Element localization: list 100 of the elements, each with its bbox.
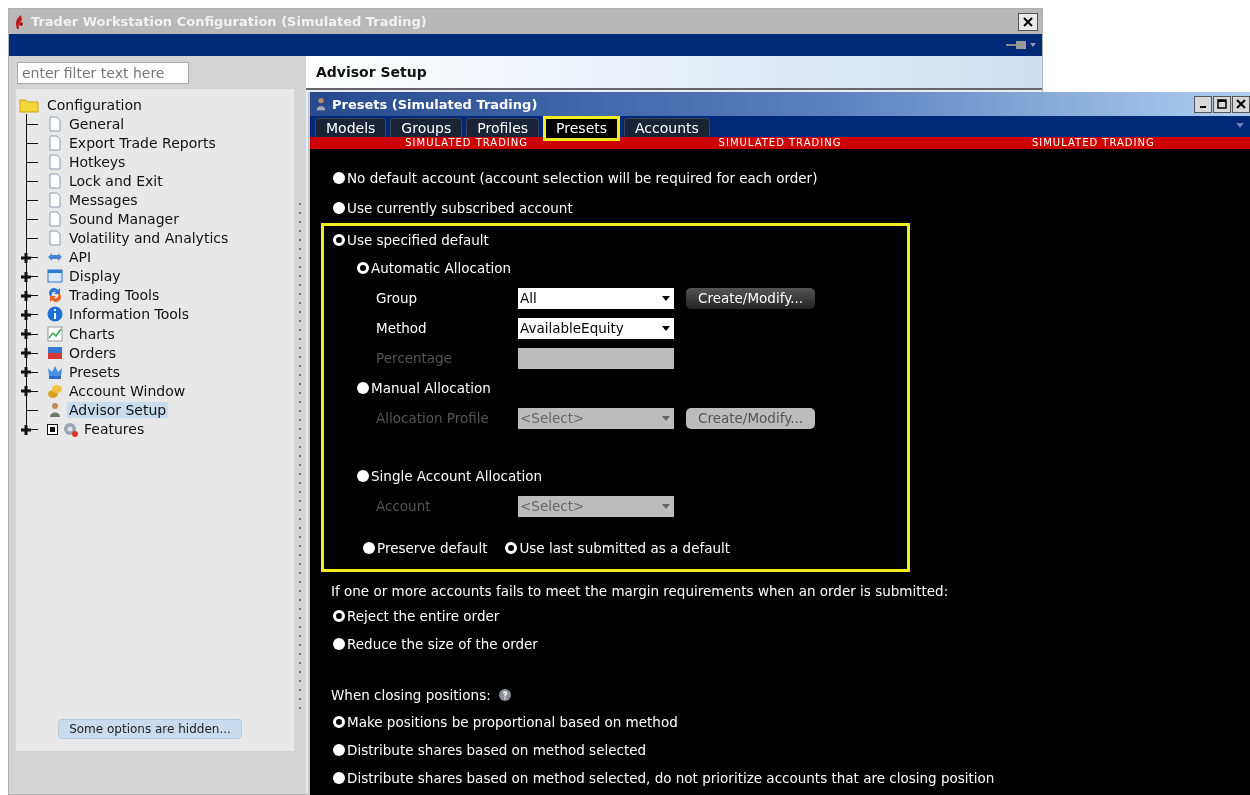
- minimize-button[interactable]: [1194, 95, 1212, 113]
- person-icon: [47, 401, 63, 418]
- tab[interactable]: Profiles: [466, 118, 540, 137]
- radio-button[interactable]: [333, 716, 345, 728]
- tab[interactable]: Groups: [390, 118, 463, 137]
- tree-item[interactable]: Hotkeys: [67, 153, 128, 170]
- caret-icon: [662, 325, 670, 331]
- flame-icon: [13, 13, 25, 30]
- orders-icon: [47, 344, 63, 361]
- radio-button[interactable]: [333, 638, 345, 650]
- close-icon: [1236, 99, 1246, 109]
- radio-label[interactable]: Reject the entire order: [347, 608, 500, 624]
- monitor-icon: [47, 268, 63, 285]
- radio-button[interactable]: [357, 470, 369, 482]
- tree-item[interactable]: Volatility and Analytics: [67, 230, 231, 247]
- tree-item[interactable]: Display: [67, 268, 123, 285]
- create-modify-button[interactable]: Create/Modify...: [686, 287, 816, 309]
- expand-icon[interactable]: [20, 289, 32, 302]
- radio-button[interactable]: [333, 172, 345, 184]
- dropdown[interactable]: All: [518, 287, 674, 309]
- hidden-options-button[interactable]: Some options are hidden...: [58, 718, 242, 739]
- radio-button[interactable]: [333, 233, 345, 246]
- radio-label[interactable]: Make positions be proportional based on method: [347, 714, 678, 730]
- radio-label[interactable]: Use currently subscribed account: [347, 200, 573, 216]
- tree-item[interactable]: Information Tools: [67, 306, 191, 323]
- window-title: Presets (Simulated Trading): [332, 96, 539, 112]
- panel-title: Advisor Setup: [316, 64, 427, 80]
- radio-label[interactable]: Distribute shares based on method selected, do not prioritize accounts that are closing position: [347, 770, 995, 786]
- person-icon: [314, 97, 328, 111]
- banner-text: SIMULATED TRADING: [717, 137, 843, 149]
- info-icon: [47, 306, 63, 323]
- radio-button[interactable]: [333, 744, 345, 756]
- radio-label[interactable]: Single Account Allocation: [371, 468, 543, 484]
- field-label: Method: [376, 320, 428, 336]
- radio-label[interactable]: Manual Allocation: [371, 380, 491, 396]
- tree-item[interactable]: Advisor Setup: [67, 401, 169, 418]
- tree-item[interactable]: Configuration: [45, 96, 144, 113]
- gear-icon: [62, 421, 78, 438]
- banner-text: SIMULATED TRADING: [1030, 137, 1156, 149]
- tree-item[interactable]: Lock and Exit: [67, 172, 165, 189]
- chart-icon: [47, 325, 63, 342]
- close-button[interactable]: [1232, 95, 1250, 113]
- expand-icon[interactable]: [20, 328, 32, 341]
- tree-item[interactable]: Features: [82, 421, 147, 438]
- window-title: Trader Workstation Configuration (Simulated Trading): [31, 14, 428, 29]
- margin-question: If one or more accounts fails to meet the margin requirements when an order is submitted:: [331, 582, 950, 601]
- field-label: Group: [376, 290, 419, 306]
- pin-icon[interactable]: [1006, 40, 1036, 50]
- page-icon: [47, 134, 63, 151]
- help-icon[interactable]: [498, 689, 511, 701]
- page-icon: [47, 211, 63, 227]
- tree-item[interactable]: Charts: [67, 325, 117, 342]
- radio-label[interactable]: Use specified default: [347, 231, 489, 248]
- radio-button[interactable]: [363, 542, 375, 554]
- radio-button[interactable]: [333, 202, 345, 214]
- tree-item[interactable]: General: [67, 115, 127, 132]
- tab[interactable]: Models: [315, 118, 387, 137]
- page-icon: [47, 172, 63, 189]
- radio-label[interactable]: No default account (account selection will be required for each order): [347, 170, 818, 186]
- radio-label[interactable]: Distribute shares based on method selected: [347, 742, 647, 758]
- close-icon: [1023, 16, 1033, 27]
- tree-item[interactable]: Sound Manager: [67, 211, 181, 227]
- radio-button[interactable]: [333, 610, 345, 622]
- maximize-icon: [1217, 99, 1227, 109]
- radio-label[interactable]: Reduce the size of the order: [347, 636, 538, 652]
- radio-button[interactable]: [333, 772, 345, 784]
- checkbox[interactable]: [47, 423, 58, 435]
- expand-icon[interactable]: [20, 251, 32, 264]
- close-button[interactable]: [1018, 12, 1038, 31]
- expand-icon[interactable]: [20, 423, 32, 436]
- radio-button[interactable]: [505, 542, 518, 554]
- radio-label[interactable]: Preserve default: [377, 540, 488, 556]
- filter-field[interactable]: enter filter text here: [17, 62, 189, 84]
- radio-label[interactable]: Automatic Allocation: [371, 260, 512, 276]
- circular-arrows-icon: [47, 287, 63, 304]
- tab[interactable]: Presets: [543, 116, 621, 141]
- tree-item[interactable]: Presets: [67, 363, 122, 380]
- radio-label[interactable]: Use last submitted as a default: [519, 540, 731, 556]
- dropdown[interactable]: AvailableEquity: [518, 317, 674, 339]
- expand-icon[interactable]: [20, 347, 32, 360]
- tree-item[interactable]: Orders: [67, 344, 119, 361]
- tree-item[interactable]: Account Window: [67, 382, 188, 399]
- expand-icon[interactable]: [20, 270, 32, 283]
- tab[interactable]: Accounts: [624, 118, 710, 137]
- tree-item[interactable]: Messages: [67, 191, 140, 208]
- radio-button[interactable]: [357, 262, 369, 274]
- maximize-button[interactable]: [1213, 95, 1231, 113]
- tree-item[interactable]: Trading Tools: [67, 287, 162, 304]
- expand-icon[interactable]: [20, 385, 32, 398]
- page-icon: [47, 153, 63, 170]
- caret-icon: [662, 295, 670, 301]
- radio-button[interactable]: [357, 382, 369, 394]
- tree-item[interactable]: API: [67, 249, 94, 266]
- field-label: Allocation Profile: [376, 410, 490, 426]
- expand-icon[interactable]: [20, 366, 32, 379]
- tree-item[interactable]: Export Trade Reports: [67, 134, 218, 151]
- closing-label: When closing positions:: [331, 687, 491, 703]
- field-label: Account: [376, 498, 432, 514]
- expand-icon[interactable]: [20, 308, 32, 321]
- dropdown-icon[interactable]: [1236, 123, 1244, 129]
